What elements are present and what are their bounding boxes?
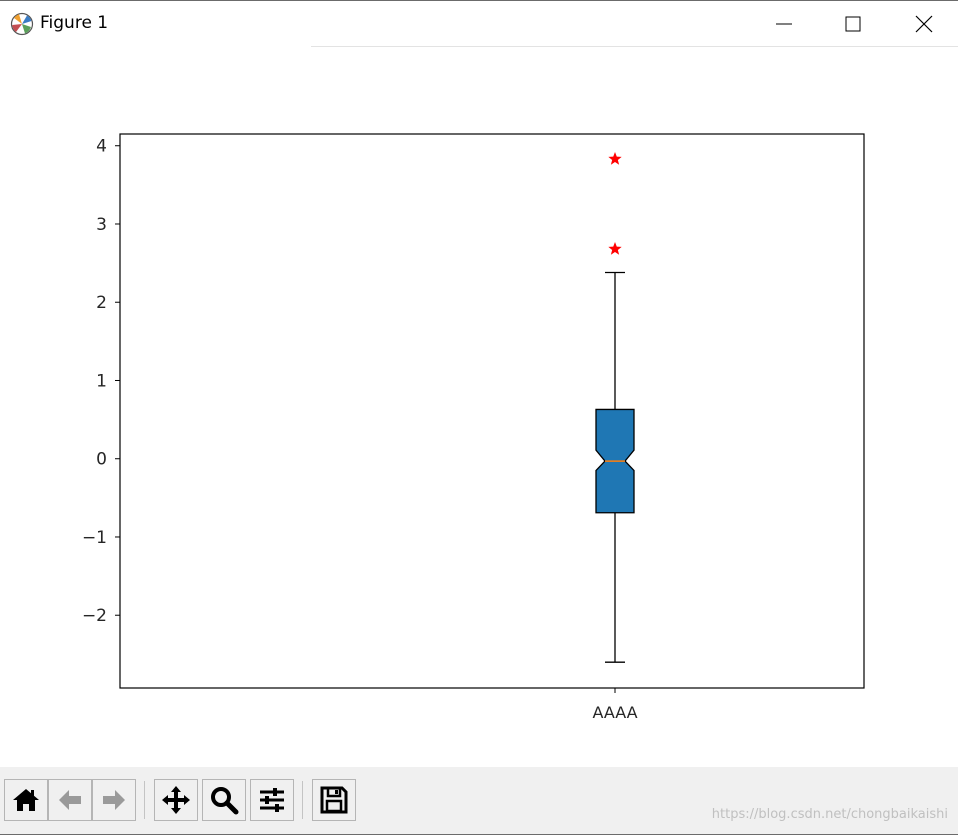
zoom-icon: [211, 787, 239, 815]
y-tick-label: −2: [82, 606, 107, 626]
outlier-point: [608, 242, 622, 255]
close-button[interactable]: [901, 1, 947, 47]
matplotlib-logo-icon: [10, 12, 34, 36]
boxplot-chart: −2 −1 0 1 2 3 4 AAAA: [82, 133, 865, 722]
y-tick-label: 2: [96, 293, 107, 313]
outlier-point: [608, 152, 622, 165]
y-tick-label: 4: [96, 137, 107, 157]
y-tick-label: 3: [96, 215, 107, 235]
window-title: Figure 1: [40, 13, 109, 33]
move-icon: [162, 786, 190, 814]
navigation-toolbar: https://blog.csdn.net/chongbaikaishi: [0, 767, 958, 835]
window-titlebar: Figure 1: [0, 0, 958, 47]
toolbar-separator: [144, 781, 145, 819]
back-button[interactable]: [48, 779, 92, 821]
watermark-text: https://blog.csdn.net/chongbaikaishi: [711, 807, 948, 822]
configure-subplots-button[interactable]: [250, 779, 294, 821]
sliders-icon: [260, 788, 284, 812]
minimize-icon: [776, 23, 792, 25]
save-button[interactable]: [312, 779, 356, 821]
toolbar-separator: [302, 781, 303, 819]
back-arrow-icon: [59, 790, 81, 810]
pan-button[interactable]: [154, 779, 198, 821]
minimize-button[interactable]: [761, 1, 807, 47]
y-tick-label: 1: [96, 371, 107, 391]
x-tick-label: AAAA: [592, 703, 637, 722]
forward-arrow-icon: [103, 790, 125, 810]
maximize-icon: [845, 16, 861, 32]
y-tick-label: −1: [82, 528, 107, 548]
forward-button[interactable]: [92, 779, 136, 821]
y-tick-label: 0: [96, 450, 107, 470]
figure-canvas[interactable]: −2 −1 0 1 2 3 4 AAAA: [0, 47, 958, 767]
home-icon: [13, 789, 39, 811]
home-button[interactable]: [4, 779, 48, 821]
maximize-button[interactable]: [830, 1, 876, 47]
close-icon: [915, 15, 933, 33]
axes-frame: [119, 133, 865, 689]
save-icon: [320, 786, 348, 814]
zoom-button[interactable]: [202, 779, 246, 821]
